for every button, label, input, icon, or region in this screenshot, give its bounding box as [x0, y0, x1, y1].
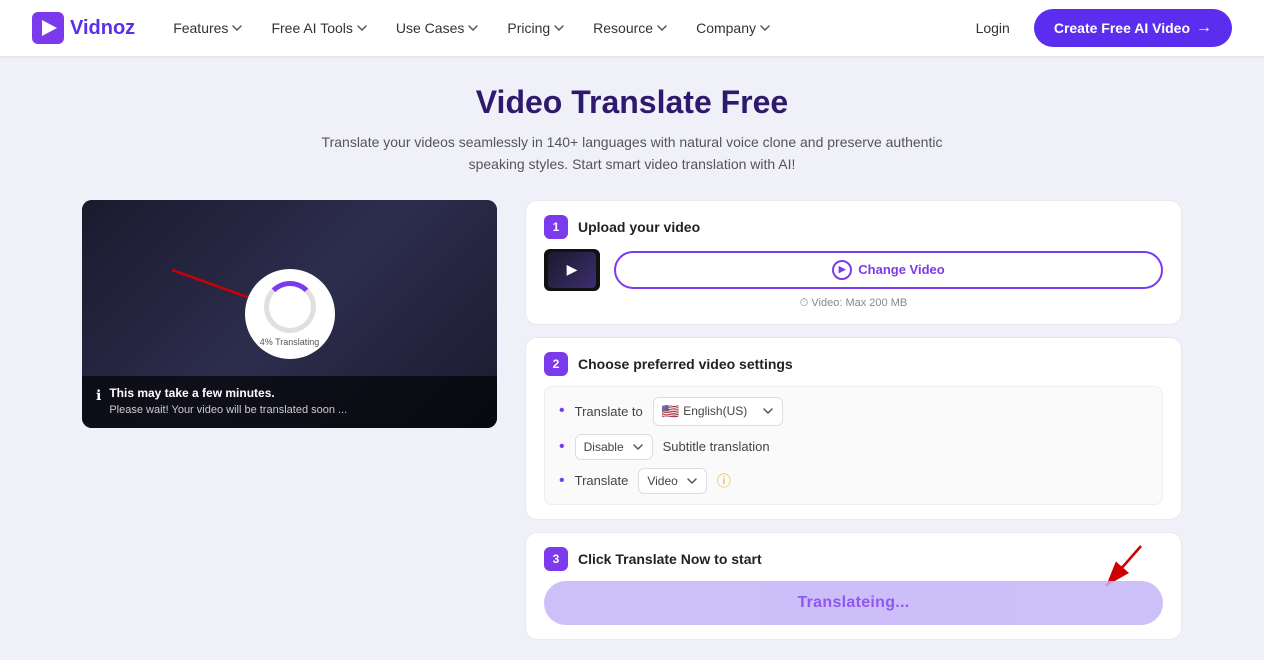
nav-resource[interactable]: Resource	[583, 14, 678, 42]
translate-label: Translate	[575, 473, 629, 488]
bullet-icon: •	[559, 439, 565, 455]
logo-icon	[32, 12, 64, 44]
notice-text: This may take a few minutes. Please wait…	[109, 386, 347, 418]
login-button[interactable]: Login	[960, 12, 1026, 44]
change-video-button[interactable]: ▶ Change Video	[614, 251, 1163, 289]
spinner-container: 4% Translating	[245, 269, 335, 359]
page-subtitle: Translate your videos seamlessly in 140+…	[292, 131, 972, 176]
step1-header: 1 Upload your video	[544, 215, 1163, 239]
chevron-down-icon	[356, 22, 368, 34]
nav-features[interactable]: Features	[163, 14, 253, 42]
chevron-down-icon	[632, 441, 644, 453]
nav-free-ai-tools[interactable]: Free AI Tools	[261, 14, 377, 42]
settings-box: • Translate to 🇺🇸 English(US) • Disable	[544, 386, 1163, 505]
translate-to-label: Translate to	[575, 404, 643, 419]
step2-badge: 2	[544, 352, 568, 376]
create-video-button[interactable]: Create Free AI Video →	[1034, 9, 1232, 47]
navbar: Vidnoz Features Free AI Tools Use Cases …	[0, 0, 1264, 56]
page-title: Video Translate Free	[476, 84, 788, 121]
spinner-text: 4% Translating	[260, 337, 320, 347]
translate-button[interactable]: Translateing...	[544, 581, 1163, 625]
step2-card: 2 Choose preferred video settings • Tran…	[525, 337, 1182, 520]
right-panel: 1 Upload your video ▶ ▶ Change Video ⏱ V…	[525, 200, 1182, 640]
bullet-icon: •	[559, 473, 565, 489]
step2-title: Choose preferred video settings	[578, 356, 793, 372]
thumb-inner: ▶	[548, 252, 596, 288]
nav-use-cases[interactable]: Use Cases	[386, 14, 489, 42]
nav-company[interactable]: Company	[686, 14, 781, 42]
content-row: 4% Translating ℹ This may take a few min…	[82, 200, 1182, 640]
step3-card: 3 Click Translate Now to start Translate…	[525, 532, 1182, 640]
main-content: Video Translate Free Translate your vide…	[0, 56, 1264, 660]
chevron-down-icon	[231, 22, 243, 34]
subtitle-row: • Disable Subtitle translation	[559, 434, 1148, 460]
step1-card: 1 Upload your video ▶ ▶ Change Video ⏱ V…	[525, 200, 1182, 325]
bullet-icon: •	[559, 403, 565, 419]
video-max-note: ⏱ Video: Max 200 MB	[544, 297, 1163, 310]
step3-badge: 3	[544, 547, 568, 571]
chevron-down-icon	[553, 22, 565, 34]
play-circle-icon: ▶	[832, 260, 852, 280]
chevron-down-icon	[759, 22, 771, 34]
translate-to-row: • Translate to 🇺🇸 English(US)	[559, 397, 1148, 426]
step3-header: 3 Click Translate Now to start	[544, 547, 1163, 571]
chevron-down-icon	[656, 22, 668, 34]
arrow-icon: →	[1196, 19, 1212, 37]
video-type-select[interactable]: Video	[638, 468, 706, 494]
video-thumbnail: ▶	[544, 249, 600, 291]
disable-select[interactable]: Disable	[575, 434, 653, 460]
info-icon: ⓘ	[717, 471, 731, 491]
video-notice: ℹ This may take a few minutes. Please wa…	[82, 376, 497, 428]
upload-row: ▶ ▶ Change Video	[544, 249, 1163, 291]
step1-badge: 1	[544, 215, 568, 239]
us-flag-icon: 🇺🇸	[662, 403, 679, 420]
video-panel: 4% Translating ℹ This may take a few min…	[82, 200, 497, 428]
notice-sub: Please wait! Your video will be translat…	[109, 404, 347, 416]
step1-title: Upload your video	[578, 219, 700, 235]
translate-type-row: • Translate Video ⓘ	[559, 468, 1148, 494]
language-select[interactable]: 🇺🇸 English(US)	[653, 397, 783, 426]
chevron-down-icon	[762, 405, 774, 417]
subtitle-label: Subtitle translation	[663, 439, 770, 454]
chevron-down-icon	[467, 22, 479, 34]
step2-header: 2 Choose preferred video settings	[544, 352, 1163, 376]
notice-bold: This may take a few minutes.	[109, 386, 347, 400]
chevron-down-icon	[686, 475, 698, 487]
info-circle-icon: ℹ	[96, 387, 101, 404]
step3-title: Click Translate Now to start	[578, 551, 762, 567]
spinner-ring	[264, 281, 316, 333]
nav-pricing[interactable]: Pricing	[497, 14, 575, 42]
logo-text: Vidnoz	[70, 17, 135, 40]
logo[interactable]: Vidnoz	[32, 12, 135, 44]
play-icon: ▶	[567, 261, 578, 278]
